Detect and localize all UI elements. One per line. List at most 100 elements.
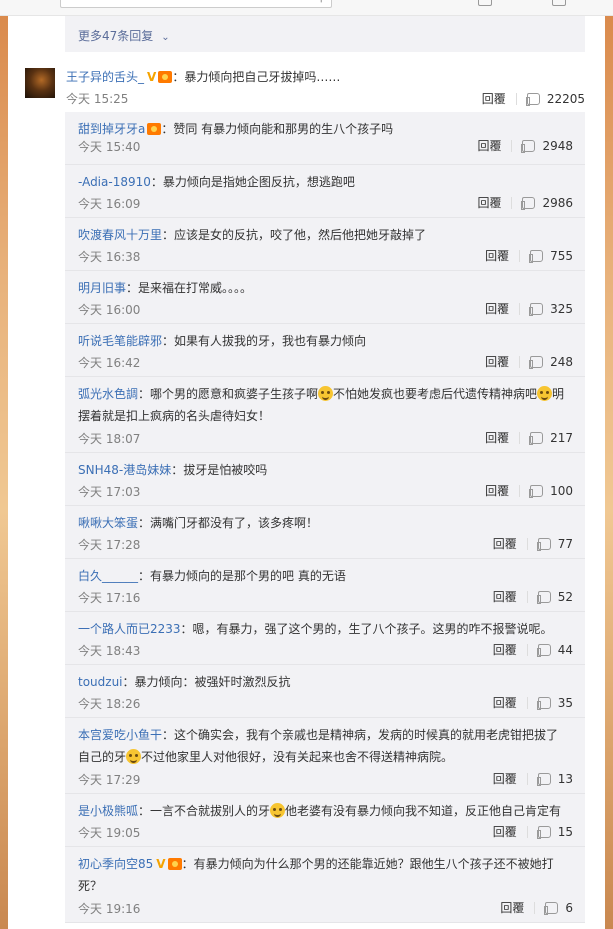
reply-button[interactable]: 回覆 [485, 484, 509, 498]
reply-actions: 回覆 52 [493, 588, 573, 605]
reply-item: 一个路人而已2233：嗯，有暴力，强了这个男的，生了八个孩子。这男的咋不报警说呢… [65, 612, 585, 665]
username-link[interactable]: 甜到掉牙牙a [78, 122, 145, 136]
like-icon[interactable] [521, 197, 536, 210]
reply-body: ：暴力倾向：被强奸时激烈反抗 [122, 675, 291, 689]
reply-text: 明月旧事：是来福在打常威。。。。 [78, 277, 570, 299]
username-link[interactable]: 明月旧事 [78, 281, 126, 295]
reply-button[interactable]: 回覆 [485, 249, 509, 263]
like-icon[interactable] [544, 902, 559, 915]
reply-item: 听说毛笔能辟邪：如果有人拔我的牙，我也有暴力倾向 今天 16:42 回覆 248 [65, 324, 585, 377]
reply-text: 吹渡春风十万里：应该是女的反抗，咬了他，然后他把她牙敲掉了 [78, 224, 570, 246]
divider [526, 591, 528, 603]
reply-body: ：赞同 有暴力倾向能和那男的生八个孩子吗 [161, 122, 394, 136]
reply-item: SNH48-港岛妹妹：拔牙是怕被咬吗 今天 17:03 回覆 100 [65, 453, 585, 506]
like-icon[interactable] [529, 303, 544, 316]
username-link[interactable]: SNH48-港岛妹妹 [78, 463, 171, 477]
like-icon[interactable] [529, 250, 544, 263]
reply-button[interactable]: 回覆 [493, 696, 517, 710]
crying-emoji-icon [318, 386, 334, 401]
reply-text: 啾啾大笨蛋：满嘴门牙都没有了，该多疼啊！ [78, 512, 570, 534]
top-bar: ⚲ [0, 0, 613, 16]
username-link[interactable]: toudzui [78, 675, 123, 689]
settings-icon[interactable] [552, 0, 566, 6]
username-link[interactable]: 是小极熊呱 [78, 804, 138, 818]
divider [526, 826, 528, 838]
username-link[interactable]: 本宫爱吃小鱼干 [78, 728, 162, 742]
reply-body: ：嗯，有暴力，强了这个男的，生了八个孩子。这男的咋不报警说呢。 [180, 622, 553, 636]
reply-actions: 回覆 77 [493, 535, 573, 552]
username-link[interactable]: -Adia-18910 [78, 175, 151, 189]
reply-button[interactable]: 回覆 [477, 139, 501, 153]
like-icon[interactable] [536, 697, 551, 710]
like-icon[interactable] [521, 140, 536, 153]
reply-text: 本宫爱吃小鱼干：这个确实会，我有个亲戚也是精神病，发病的时候真的就用老虎钳把拔了… [78, 724, 570, 768]
like-icon[interactable] [536, 826, 551, 839]
like-count: 35 [557, 696, 573, 710]
reply-item: 明月旧事：是来福在打常威。。。。 今天 16:00 回覆 325 [65, 271, 585, 324]
medal-icon [167, 858, 182, 870]
reply-body: ：哪个男的愿意和疯婆子生孩子啊 [138, 387, 319, 401]
chevron-down-icon: ⌄ [161, 32, 170, 43]
reply-button[interactable]: 回覆 [477, 196, 501, 210]
reply-button[interactable]: 回覆 [485, 355, 509, 369]
like-icon[interactable] [529, 485, 544, 498]
reply-button[interactable]: 回覆 [493, 643, 517, 657]
reply-body: ：应该是女的反抗，咬了他，然后他把她牙敲掉了 [162, 228, 427, 242]
reply-body: ：拔牙是怕被咬吗 [171, 463, 268, 477]
search-input[interactable]: ⚲ [60, 0, 332, 8]
reply-item: 白久______：有暴力倾向的是那个男的吧 真的无语 今天 17:16 回覆 52 [65, 559, 585, 612]
reply-time: 今天 18:07 [78, 432, 141, 446]
reply-time: 今天 15:40 [78, 140, 141, 154]
like-count: 15 [557, 825, 573, 839]
divider [526, 538, 528, 550]
reply-button[interactable]: 回覆 [493, 825, 517, 839]
search-icon[interactable]: ⚲ [318, 0, 325, 4]
reply-item: toudzui：暴力倾向：被强奸时激烈反抗 今天 18:26 回覆 35 [65, 665, 585, 718]
avatar[interactable] [25, 68, 55, 98]
reply-button[interactable]: 回覆 [493, 772, 517, 786]
username-link[interactable]: 一个路人而已2233 [78, 622, 181, 636]
divider [519, 250, 521, 262]
username-link[interactable]: 王子异的舌头_ [66, 70, 144, 84]
reply-time: 今天 17:16 [78, 591, 141, 605]
username-link[interactable]: 弧光水色調 [78, 387, 138, 401]
divider [511, 140, 513, 152]
like-icon[interactable] [536, 773, 551, 786]
reply-button[interactable]: 回覆 [500, 901, 524, 915]
like-icon[interactable] [536, 591, 551, 604]
like-icon[interactable] [529, 432, 544, 445]
reply-button[interactable]: 回覆 [493, 537, 517, 551]
like-icon[interactable] [536, 538, 551, 551]
reply-body-cont: 不过他家里人对他很好，没有关起来也舍不得送精神病院。 [141, 750, 454, 764]
reply-text: 听说毛笔能辟邪：如果有人拔我的牙，我也有暴力倾向 [78, 330, 570, 352]
reply-time: 今天 18:26 [78, 697, 141, 711]
reply-body: ：如果有人拔我的牙，我也有暴力倾向 [162, 334, 367, 348]
username-link[interactable]: 白久______ [78, 569, 138, 583]
reply-actions: 回覆 44 [493, 641, 573, 658]
like-count: 2986 [542, 196, 573, 210]
crying-emoji-icon [537, 386, 553, 401]
reply-button[interactable]: 回覆 [482, 92, 506, 106]
like-icon[interactable] [525, 93, 540, 106]
username-link[interactable]: 听说毛笔能辟邪 [78, 334, 162, 348]
reply-button[interactable]: 回覆 [485, 302, 509, 316]
reply-body: ：暴力倾向是指她企图反抗，想逃跑吧 [150, 175, 355, 189]
reply-button[interactable]: 回覆 [493, 590, 517, 604]
divider [526, 644, 528, 656]
reply-button[interactable]: 回覆 [485, 431, 509, 445]
comment-body: ：暴力倾向把自己牙拔掉吗…… [172, 70, 341, 84]
main-comment: 王子异的舌头_ V ：暴力倾向把自己牙拔掉吗…… 今天 15:25 回覆 22205 [25, 68, 585, 106]
message-icon[interactable] [478, 0, 492, 6]
reply-item: 弧光水色調：哪个男的愿意和疯婆子生孩子啊 不怕她发疯也要考虑后代遗传精神病吧 明摆着… [65, 377, 585, 453]
username-link[interactable]: 吹渡春风十万里 [78, 228, 162, 242]
smile-emoji-icon [270, 803, 286, 818]
username-link[interactable]: 初心季向空85 [78, 857, 153, 871]
like-icon[interactable] [529, 356, 544, 369]
like-icon[interactable] [536, 644, 551, 657]
reply-actions: 回覆 325 [485, 300, 573, 317]
like-count: 325 [550, 302, 573, 316]
more-replies-link[interactable]: 更多47条回复 ⌄ [78, 27, 170, 44]
username-link[interactable]: 啾啾大笨蛋 [78, 516, 138, 530]
reply-text: 弧光水色調：哪个男的愿意和疯婆子生孩子啊 不怕她发疯也要考虑后代遗传精神病吧 明摆着… [78, 383, 570, 427]
reply-body: ：有暴力倾向的是那个男的吧 真的无语 [138, 569, 346, 583]
